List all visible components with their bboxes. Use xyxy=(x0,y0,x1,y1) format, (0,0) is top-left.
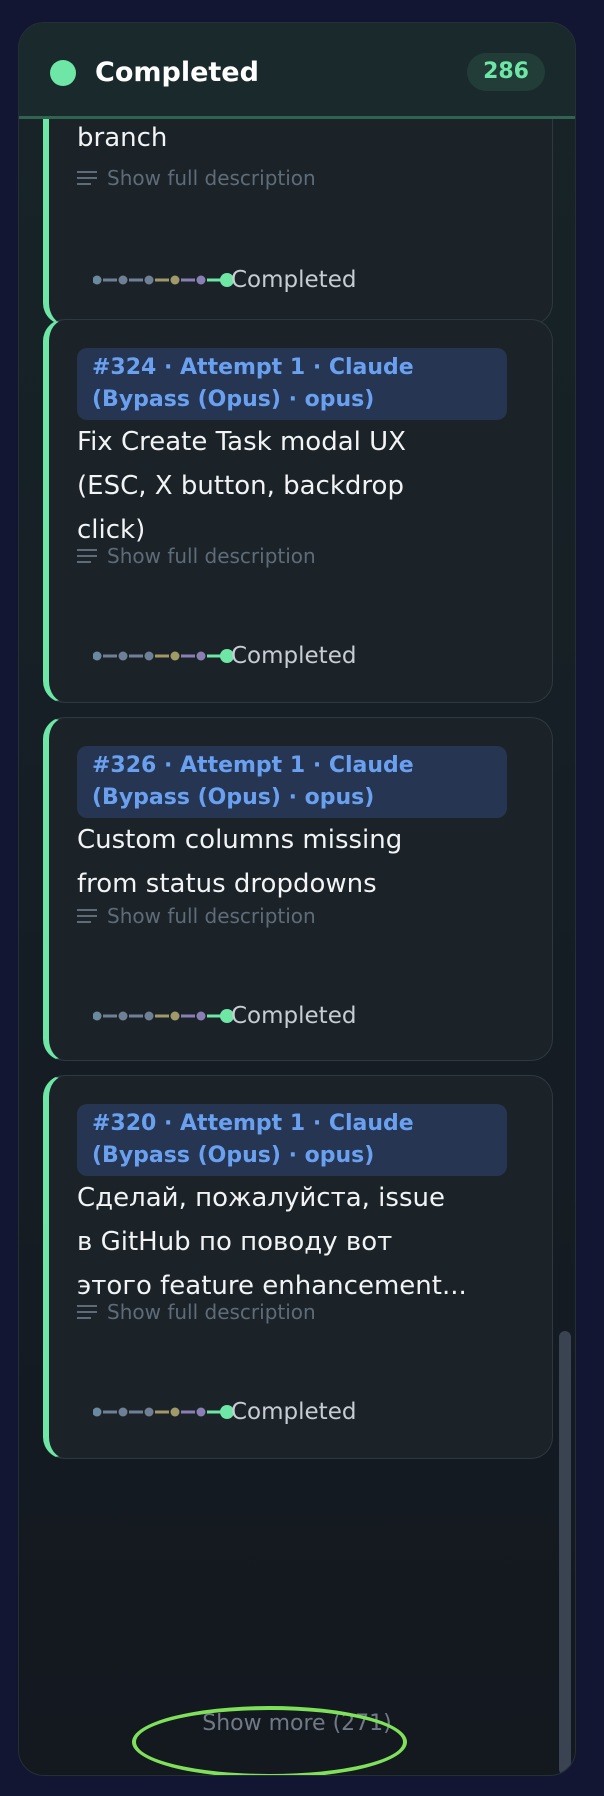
task-card[interactable]: #326 · Attempt 1 · Claude (Bypass (Opus)… xyxy=(43,717,553,1061)
count-badge: 286 xyxy=(467,53,545,91)
task-title: Fix Create Task modal UX (ESC, X button,… xyxy=(77,427,406,545)
attempt-meta[interactable]: #324 · Attempt 1 · Claude (Bypass (Opus)… xyxy=(77,348,507,420)
scrollbar[interactable] xyxy=(559,1331,571,1775)
show-description-link[interactable]: Show full description xyxy=(77,164,316,192)
progress-step-dot xyxy=(118,275,128,285)
status-label: Completed xyxy=(231,267,357,293)
status-dot-icon xyxy=(50,60,76,86)
column-title: Completed xyxy=(95,57,259,88)
progress-step-dot xyxy=(93,1407,102,1417)
task-card[interactable]: #324 · Attempt 1 · Claude (Bypass (Opus)… xyxy=(43,319,553,703)
lines-icon xyxy=(77,1305,97,1319)
progress-step-dot xyxy=(170,275,180,285)
lines-icon xyxy=(77,171,97,185)
pipeline-progress-icon xyxy=(93,1009,234,1023)
progress-step-dot xyxy=(93,275,102,285)
progress-step-dot xyxy=(93,651,102,661)
attempt-meta[interactable]: #320 · Attempt 1 · Claude (Bypass (Opus)… xyxy=(77,1104,507,1176)
pipeline-progress-icon xyxy=(93,649,234,663)
progress-step-dot xyxy=(118,651,128,661)
show-description-label: Show full description xyxy=(107,544,316,568)
show-more-button[interactable]: Show more (271) xyxy=(19,1709,575,1739)
progress-step-dot xyxy=(144,1407,154,1417)
lines-icon xyxy=(77,909,97,923)
show-description-link[interactable]: Show full description xyxy=(77,542,316,570)
progress-step-dot xyxy=(144,275,154,285)
show-description-link[interactable]: Show full description xyxy=(77,1298,316,1326)
show-description-label: Show full description xyxy=(107,904,316,928)
progress-step-dot xyxy=(196,1011,206,1021)
completed-column: branch Show full description Completed #… xyxy=(18,22,576,1776)
task-title: Сделай, пожалуйста, issue в GitHub по по… xyxy=(77,1183,467,1301)
pipeline-progress-icon xyxy=(93,1405,234,1419)
task-title: Custom columns missing from status dropd… xyxy=(77,825,403,899)
card-list[interactable]: branch Show full description Completed #… xyxy=(19,23,575,1775)
progress-step-dot xyxy=(196,275,206,285)
status-label: Completed xyxy=(231,1003,357,1029)
attempt-meta[interactable]: #326 · Attempt 1 · Claude (Bypass (Opus)… xyxy=(77,746,507,818)
lines-icon xyxy=(77,549,97,563)
progress-step-dot xyxy=(118,1407,128,1417)
progress-step-dot xyxy=(170,651,180,661)
pipeline-progress-icon xyxy=(93,273,234,287)
progress-step-dot xyxy=(144,651,154,661)
progress-step-dot xyxy=(118,1011,128,1021)
status-label: Completed xyxy=(231,1399,357,1425)
show-description-link[interactable]: Show full description xyxy=(77,902,316,930)
show-description-label: Show full description xyxy=(107,1300,316,1324)
progress-step-dot xyxy=(170,1011,180,1021)
progress-step-dot xyxy=(93,1011,102,1021)
progress-step-dot xyxy=(144,1011,154,1021)
task-card[interactable]: #320 · Attempt 1 · Claude (Bypass (Opus)… xyxy=(43,1075,553,1459)
column-header: Completed 286 xyxy=(19,23,575,119)
show-description-label: Show full description xyxy=(107,166,316,190)
progress-step-dot xyxy=(196,1407,206,1417)
progress-step-dot xyxy=(196,651,206,661)
task-title: branch xyxy=(77,123,168,153)
status-label: Completed xyxy=(231,643,357,669)
progress-step-dot xyxy=(170,1407,180,1417)
